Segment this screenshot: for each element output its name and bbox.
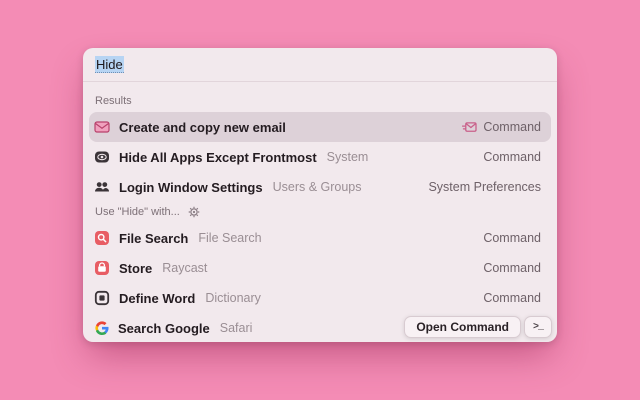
result-row-define-word[interactable]: Define Word Dictionary Command xyxy=(89,283,551,313)
result-title: Login Window Settings xyxy=(119,180,263,195)
result-subtitle: Users & Groups xyxy=(273,180,362,194)
result-row-file-search[interactable]: File Search File Search Command xyxy=(89,223,551,253)
result-accessory: Command xyxy=(483,261,541,275)
result-subtitle: Dictionary xyxy=(205,291,261,305)
define-word-icon xyxy=(94,290,110,306)
result-title: Hide All Apps Except Frontmost xyxy=(119,150,317,165)
result-subtitle: Safari xyxy=(220,321,253,335)
google-icon xyxy=(95,321,109,335)
result-title: Define Word xyxy=(119,291,195,306)
command-palette-window: Hide Results Create and copy new email xyxy=(83,48,557,342)
search-query-text: Hide xyxy=(95,56,124,73)
result-row-create-and-copy-new-email[interactable]: Create and copy new email Command xyxy=(89,112,551,142)
results-list: Results Create and copy new email xyxy=(83,82,557,342)
result-accessory-label: Command xyxy=(483,261,541,275)
result-accessory-label: Command xyxy=(483,231,541,245)
return-key-icon[interactable]: >_ xyxy=(524,316,552,338)
result-subtitle: Raycast xyxy=(162,261,207,275)
result-title: Create and copy new email xyxy=(119,120,286,135)
gear-icon[interactable] xyxy=(188,206,200,218)
result-accessory-label: System Preferences xyxy=(428,180,541,194)
result-accessory-label: Command xyxy=(483,150,541,164)
result-title: Store xyxy=(119,261,152,276)
open-command-hint: Open Command >_ xyxy=(404,316,552,338)
result-accessory: Command xyxy=(483,231,541,245)
file-search-icon xyxy=(94,230,110,246)
result-accessory: Command xyxy=(483,150,541,164)
users-icon xyxy=(94,179,110,195)
open-command-button[interactable]: Open Command xyxy=(404,316,521,338)
result-row-login-window-settings[interactable]: Login Window Settings Users & Groups Sys… xyxy=(89,172,551,202)
result-row-store[interactable]: Store Raycast Command xyxy=(89,253,551,283)
result-title: Search Google xyxy=(118,321,210,336)
result-accessory-label: Command xyxy=(483,291,541,305)
result-accessory: System Preferences xyxy=(428,180,541,194)
search-input[interactable]: Hide xyxy=(83,48,557,81)
result-accessory: Command xyxy=(462,120,541,134)
result-row-hide-all-apps[interactable]: Hide All Apps Except Frontmost System Co… xyxy=(89,142,551,172)
envelope-send-icon xyxy=(462,121,477,134)
envelope-icon xyxy=(94,119,110,135)
result-title: File Search xyxy=(119,231,188,246)
result-subtitle: System xyxy=(327,150,369,164)
result-subtitle: File Search xyxy=(198,231,261,245)
result-accessory: Command xyxy=(483,291,541,305)
section-header-use-hide-with: Use "Hide" with... xyxy=(89,202,551,223)
result-accessory-label: Command xyxy=(483,120,541,134)
store-icon xyxy=(94,260,110,276)
section-header-label: Results xyxy=(95,94,132,108)
section-header-label: Use "Hide" with... xyxy=(95,205,180,219)
hide-eye-icon xyxy=(94,149,110,165)
section-header-results: Results xyxy=(89,82,551,112)
